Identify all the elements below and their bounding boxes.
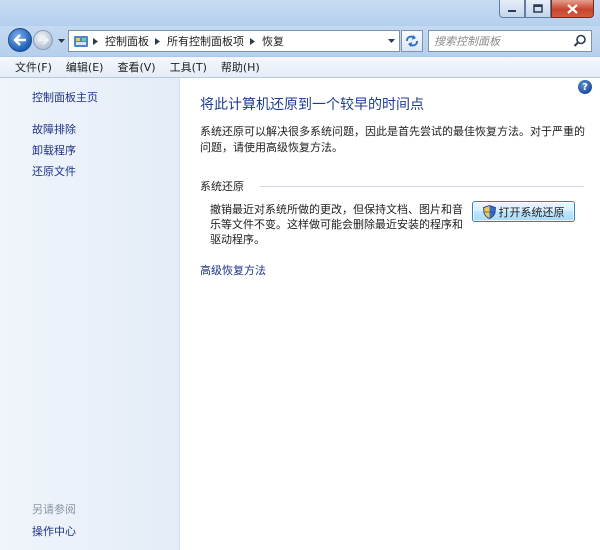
menu-bar: 文件(F) 编辑(E) 查看(V) 工具(T) 帮助(H) [0,57,600,78]
breadcrumb-separator-icon[interactable] [152,37,164,45]
main-content: ? 将此计算机还原到一个较早的时间点 系统还原可以解决很多系统问题，因此是首先尝… [180,78,600,550]
maximize-button[interactable] [525,0,551,18]
control-panel-window: 控制面板 所有控制面板项 恢复 搜索控制面板 文件(F) 编辑(E) 查看(V)… [0,0,600,550]
caption-buttons [499,0,594,18]
uninstall-program-link[interactable]: 卸载程序 [32,142,76,158]
address-bar[interactable]: 控制面板 所有控制面板项 恢复 [68,30,400,52]
left-navigation-pane: 控制面板主页 故障排除 卸载程序 还原文件 另请参阅 操作中心 [0,78,180,550]
breadcrumb-separator-icon[interactable] [247,37,259,45]
uac-shield-icon [482,204,496,219]
arrow-right-icon [38,35,49,45]
control-panel-icon [72,32,90,50]
maximize-icon [533,4,543,13]
intro-text: 系统还原可以解决很多系统问题，因此是首先尝试的最佳恢复方法。对于严重的问题，请使… [200,125,585,154]
breadcrumb-separator-icon[interactable] [90,37,102,45]
menu-file[interactable]: 文件(F) [0,59,59,75]
system-restore-section-label: 系统还原 [200,180,244,193]
see-also-heading: 另请参阅 [32,503,76,516]
help-icon[interactable]: ? [578,80,592,94]
advanced-recovery-link[interactable]: 高级恢复方法 [200,262,266,278]
breadcrumb-all-items[interactable]: 所有控制面板项 [164,33,247,49]
page-title: 将此计算机还原到一个较早的时间点 [200,97,424,113]
search-box[interactable] [428,30,592,52]
restore-files-link[interactable]: 还原文件 [32,163,76,179]
open-system-restore-label: 打开系统还原 [498,205,565,219]
chevron-down-icon [57,38,65,43]
troubleshooting-link[interactable]: 故障排除 [32,121,76,137]
recent-pages-button[interactable] [56,37,66,45]
control-panel-home-link[interactable]: 控制面板主页 [32,89,98,105]
arrow-left-icon [13,34,26,46]
menu-tools[interactable]: 工具(T) [163,59,214,75]
address-dropdown-button[interactable] [383,31,399,51]
menu-view[interactable]: 查看(V) [110,59,162,75]
search-input[interactable] [434,34,574,48]
title-bar[interactable] [0,0,600,26]
section-divider [260,186,584,187]
back-button[interactable] [8,28,32,52]
breadcrumb-recovery[interactable]: 恢复 [259,33,287,49]
minimize-icon [508,9,516,12]
refresh-icon [406,35,418,47]
minimize-button[interactable] [499,0,525,18]
system-restore-description: 撤销最近对系统所做的更改，但保持文档、图片和音乐等文件不变。这样做可能会删除最近… [210,203,463,246]
action-center-link[interactable]: 操作中心 [32,523,76,539]
menu-edit[interactable]: 编辑(E) [59,59,111,75]
breadcrumb-control-panel[interactable]: 控制面板 [102,33,152,49]
navigation-bar: 控制面板 所有控制面板项 恢复 [0,26,600,56]
close-button[interactable] [551,0,594,18]
open-system-restore-button[interactable]: 打开系统还原 [472,201,575,222]
forward-button[interactable] [33,30,53,50]
refresh-button[interactable] [401,30,423,52]
close-icon [567,3,578,14]
chevron-down-icon [387,38,395,43]
search-icon[interactable] [573,34,587,48]
menu-help[interactable]: 帮助(H) [214,59,267,75]
